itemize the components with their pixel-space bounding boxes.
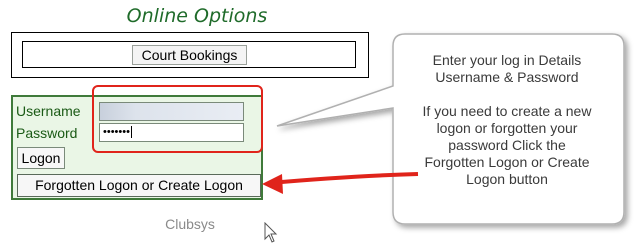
mouse-pointer-icon bbox=[264, 222, 278, 243]
callout-text: Enter your log in Details Username & Pas… bbox=[396, 52, 618, 188]
callout-line: Forgotten Logon or Create bbox=[424, 154, 590, 170]
callout-line: Enter your log in Details bbox=[432, 52, 582, 68]
callout-line: Username & Password bbox=[435, 69, 579, 85]
callout-line: Logon button bbox=[466, 171, 548, 187]
footer-brand: Clubsys bbox=[165, 216, 215, 232]
callout-line: logon or forgotten your bbox=[436, 120, 578, 136]
callout-spacer bbox=[396, 86, 618, 103]
callout-line: password Click the bbox=[448, 137, 566, 153]
red-arrowhead bbox=[262, 174, 283, 194]
callout-line: If you need to create a new bbox=[422, 103, 592, 119]
